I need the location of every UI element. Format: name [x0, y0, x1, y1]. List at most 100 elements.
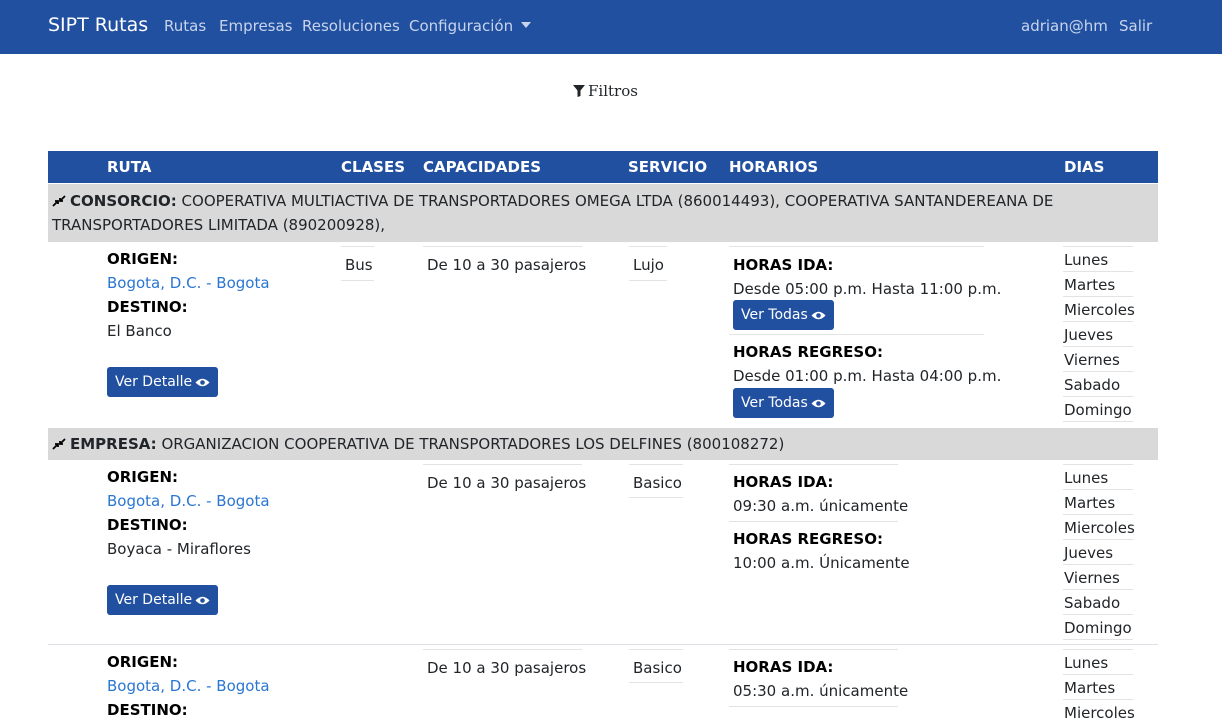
cell-divider — [629, 497, 683, 498]
capacidad-value: De 10 a 30 pasajeros — [427, 256, 587, 274]
cell-divider — [629, 649, 683, 650]
group-row-consorcio[interactable]: CONSORCIO: COOPERATIVA MULTIACTIVA DE TR… — [48, 184, 1158, 242]
cell-divider — [341, 280, 374, 281]
cell-divider — [729, 521, 898, 522]
cell-divider — [1063, 589, 1133, 590]
detail-button[interactable]: Ver Detalle — [107, 585, 219, 615]
horas-ida-value: Desde 05:00 p.m. Hasta 11:00 p.m. — [733, 280, 1002, 298]
filter-label: Filtros — [588, 82, 638, 100]
cell-divider — [729, 706, 898, 707]
dest-label: DESTINO: — [107, 516, 188, 534]
cell-divider — [1063, 421, 1133, 422]
group-kind: CONSORCIO: — [70, 192, 177, 210]
horas-ida-label: HORAS IDA: — [733, 256, 834, 274]
user-link[interactable]: adrian@hm — [1021, 17, 1108, 35]
header-servicio: SERVICIO — [628, 158, 708, 176]
cell-divider — [423, 464, 582, 465]
origin-label: ORIGEN: — [107, 653, 178, 671]
cell-divider — [1063, 271, 1133, 272]
dia-item: Sabado — [1064, 594, 1121, 612]
group-text: COOPERATIVA MULTIACTIVA DE TRANSPORTADOR… — [52, 192, 1054, 234]
dia-item: Domingo — [1064, 401, 1132, 419]
ver-todas-ida-button[interactable]: Ver Todas — [733, 300, 834, 330]
header-capacidades: CAPACIDADES — [423, 158, 541, 176]
dia-item: Lunes — [1064, 251, 1109, 269]
cell-divider — [729, 246, 984, 247]
dest-label: DESTINO: — [107, 701, 188, 719]
collapse-icon[interactable] — [52, 195, 66, 207]
origin-link[interactable]: Bogota, D.C. - Bogota — [107, 274, 270, 292]
horas-regreso-label: HORAS REGRESO: — [733, 530, 883, 548]
cell-divider — [1063, 614, 1133, 615]
eye-icon — [811, 399, 826, 408]
detail-button-label: Ver Detalle — [115, 592, 193, 608]
dia-item: Viernes — [1064, 569, 1120, 587]
dia-item: Martes — [1064, 679, 1116, 697]
cell-divider — [629, 464, 683, 465]
dia-item: Lunes — [1064, 469, 1109, 487]
ver-todas-regreso-button[interactable]: Ver Todas — [733, 388, 834, 418]
origin-link[interactable]: Bogota, D.C. - Bogota — [107, 492, 270, 510]
nav-link-empresas[interactable]: Empresas — [219, 17, 293, 35]
horas-ida-label: HORAS IDA: — [733, 473, 834, 491]
nav-link-resoluciones[interactable]: Resoluciones — [302, 17, 400, 35]
dest-value: Boyaca - Miraflores — [107, 540, 251, 558]
nav-link-rutas[interactable]: Rutas — [164, 17, 206, 35]
detail-button[interactable]: Ver Detalle — [107, 367, 219, 397]
dia-item: Martes — [1064, 276, 1116, 294]
horas-regreso-value: 10:00 a.m. Únicamente — [733, 554, 910, 572]
cell-divider — [1063, 321, 1133, 322]
cell-divider — [1063, 489, 1133, 490]
dest-value: El Banco — [107, 322, 172, 340]
logout-link[interactable]: Salir — [1119, 17, 1152, 35]
filter-icon — [573, 85, 585, 97]
dia-item: Jueves — [1064, 326, 1114, 344]
collapse-icon[interactable] — [52, 438, 66, 450]
servicio-value: Basico — [633, 474, 682, 492]
horas-ida-value: 09:30 a.m. únicamente — [733, 497, 909, 515]
caret-down-icon — [521, 22, 532, 28]
group-kind: EMPRESA: — [70, 435, 157, 453]
eye-icon — [195, 378, 210, 387]
dia-item: Miercoles — [1064, 519, 1135, 537]
cell-divider — [1063, 246, 1133, 247]
group-text: ORGANIZACION COOPERATIVA DE TRANSPORTADO… — [161, 435, 785, 453]
brand-link[interactable]: SIPT Rutas — [48, 14, 148, 36]
cell-divider — [1063, 539, 1133, 540]
group-row-empresa[interactable]: EMPRESA: ORGANIZACION COOPERATIVA DE TRA… — [48, 428, 1158, 460]
header-horarios: HORARIOS — [729, 158, 819, 176]
table-header: RUTA CLASES CAPACIDADES SERVICIO HORARIO… — [48, 151, 1158, 183]
servicio-value: Basico — [633, 659, 682, 677]
nav-dropdown-configuracion[interactable]: Configuración — [409, 17, 532, 35]
filter-toggle[interactable]: Filtros — [573, 82, 638, 100]
cell-divider — [629, 682, 683, 683]
dia-item: Miercoles — [1064, 301, 1135, 319]
dia-item: Miercoles — [1064, 704, 1135, 720]
eye-icon — [195, 596, 210, 605]
cell-divider — [423, 649, 582, 650]
cell-divider — [1063, 346, 1133, 347]
origin-label: ORIGEN: — [107, 468, 178, 486]
cell-divider — [629, 280, 667, 281]
cell-divider — [1063, 674, 1133, 675]
row-divider — [48, 644, 1158, 645]
ver-todas-label: Ver Todas — [741, 395, 808, 411]
header-dias: DIAS — [1064, 158, 1105, 176]
cell-divider — [1063, 639, 1133, 640]
dia-item: Sabado — [1064, 376, 1121, 394]
origin-link[interactable]: Bogota, D.C. - Bogota — [107, 677, 270, 695]
cell-divider — [1063, 699, 1133, 700]
cell-divider — [341, 246, 374, 247]
dia-item: Martes — [1064, 494, 1116, 512]
cell-divider — [729, 649, 898, 650]
capacidad-value: De 10 a 30 pasajeros — [427, 659, 587, 677]
cell-divider — [1063, 371, 1133, 372]
cell-divider — [1063, 464, 1133, 465]
dia-item: Domingo — [1064, 619, 1132, 637]
dia-item: Lunes — [1064, 654, 1109, 672]
servicio-value: Lujo — [633, 256, 664, 274]
cell-divider — [1063, 564, 1133, 565]
header-clases: CLASES — [341, 158, 406, 176]
nav-dropdown-label: Configuración — [409, 17, 514, 35]
dia-item: Jueves — [1064, 544, 1114, 562]
